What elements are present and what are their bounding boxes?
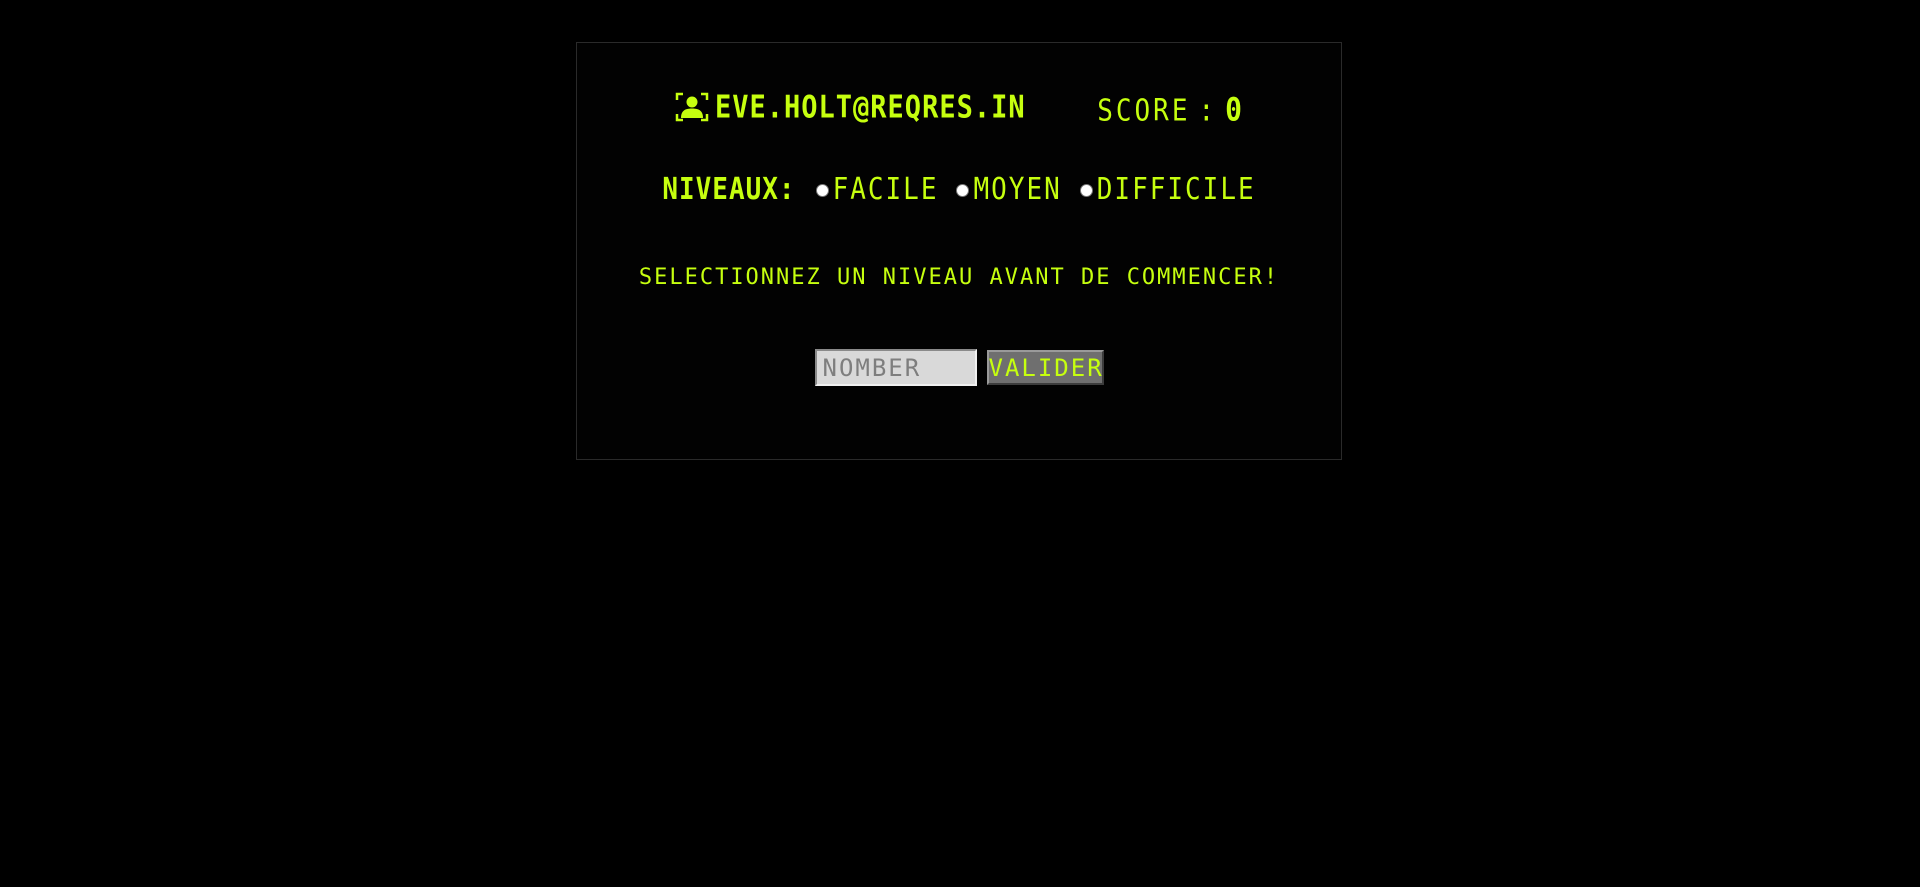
levels-title: NIVEAUX: bbox=[662, 172, 796, 208]
guess-form: VALIDER bbox=[577, 349, 1341, 386]
score-label: SCORE bbox=[1097, 93, 1191, 129]
number-input[interactable] bbox=[814, 349, 977, 386]
level-label-difficile: DIFFICILE bbox=[1096, 172, 1256, 208]
user-email: eve.holt@reqres.in bbox=[715, 89, 1026, 125]
level-radio-difficile[interactable] bbox=[1079, 183, 1093, 197]
game-panel: eve.holt@reqres.in SCORE : 0 NIVEAUX: FA… bbox=[576, 42, 1342, 460]
user-portrait-icon bbox=[675, 91, 709, 123]
level-label-moyen: MOYEN bbox=[973, 172, 1062, 208]
score-display: SCORE : 0 bbox=[1097, 91, 1245, 129]
level-radio-moyen[interactable] bbox=[956, 183, 970, 197]
level-option-facile[interactable]: FACILE bbox=[815, 172, 939, 208]
score-separator: : bbox=[1198, 93, 1218, 129]
level-option-moyen[interactable]: MOYEN bbox=[956, 172, 1062, 208]
status-message: SELECTIONNEZ UN NIVEAU AVANT DE COMMENCE… bbox=[638, 265, 1280, 290]
game-header: eve.holt@reqres.in SCORE : 0 bbox=[675, 89, 1245, 129]
level-selector: NIVEAUX: FACILE MOYEN DIFFICILE bbox=[577, 172, 1341, 208]
user-info: eve.holt@reqres.in bbox=[675, 89, 1026, 125]
level-radio-facile[interactable] bbox=[815, 183, 829, 197]
score-value: 0 bbox=[1225, 90, 1245, 129]
validate-button[interactable]: VALIDER bbox=[986, 350, 1104, 385]
level-option-difficile[interactable]: DIFFICILE bbox=[1079, 172, 1256, 208]
level-label-facile: FACILE bbox=[832, 172, 939, 208]
